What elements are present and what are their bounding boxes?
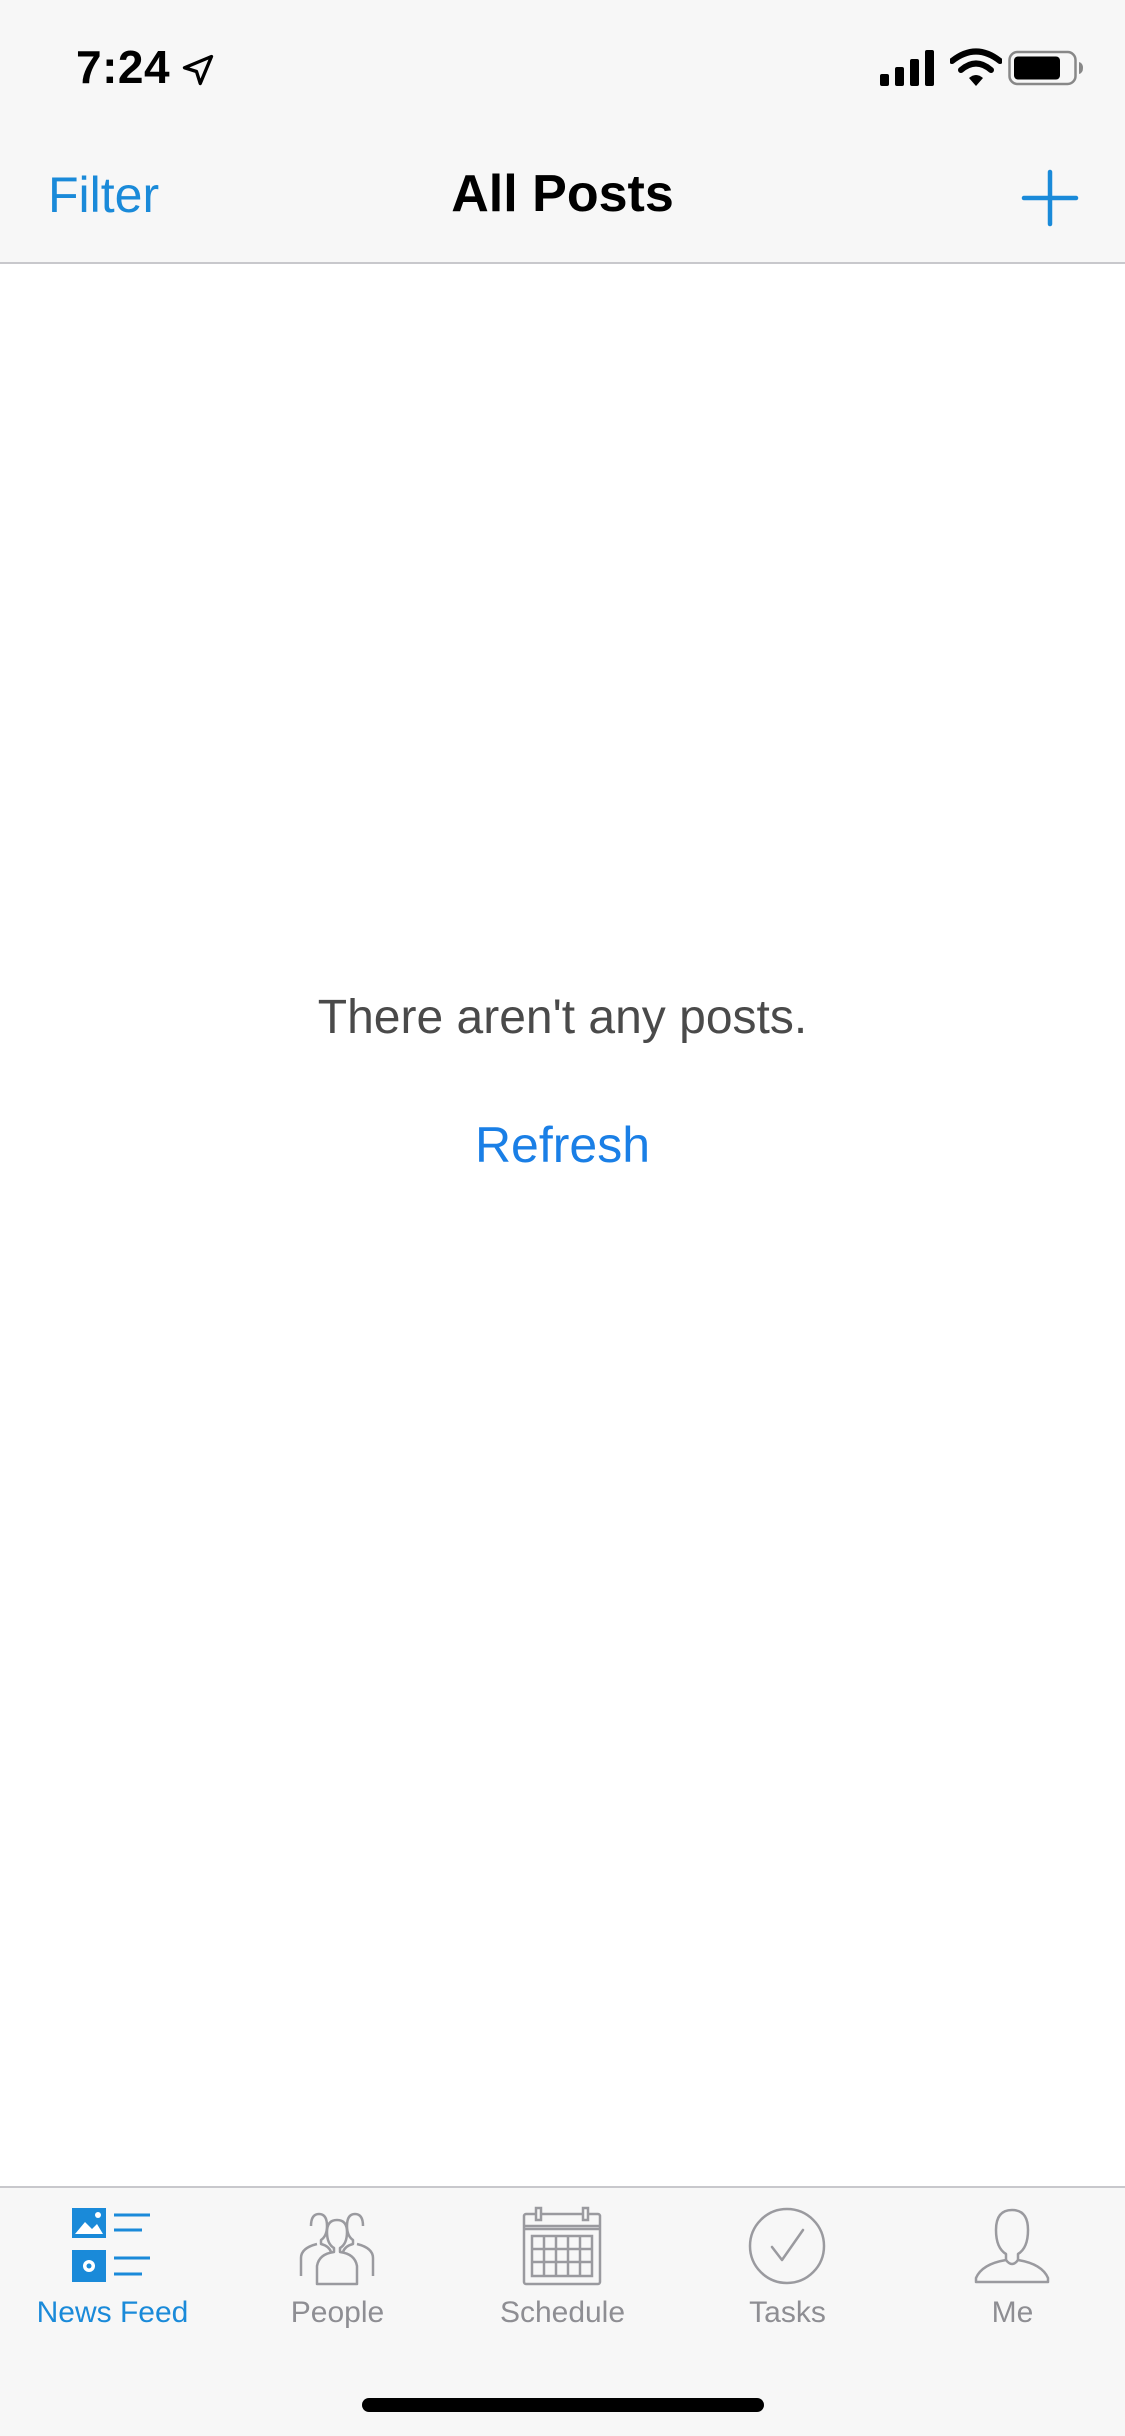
tab-bar: News Feed People Schedule Tasks Me [0, 2186, 1125, 2436]
checkmark-circle-icon [748, 2207, 826, 2285]
tab-tasks[interactable]: Tasks [675, 2188, 900, 2338]
people-icon [299, 2212, 375, 2286]
status-time: 7:24 [76, 41, 171, 93]
person-icon [974, 2208, 1050, 2284]
tab-schedule[interactable]: Schedule [450, 2188, 675, 2338]
refresh-button[interactable]: Refresh [475, 1117, 650, 1173]
refresh-container: Refresh [0, 1116, 1125, 1174]
wifi-icon [950, 48, 1002, 86]
location-arrow-icon [182, 54, 214, 86]
calendar-icon [522, 2206, 602, 2286]
posts-content: There aren't any posts. Refresh [0, 264, 1125, 2186]
filter-button[interactable]: Filter [48, 166, 159, 224]
empty-state-message: There aren't any posts. [317, 991, 808, 1044]
tab-label: Me [991, 2296, 1034, 2329]
navigation-bar: Filter All Posts [0, 132, 1125, 264]
tab-label: Tasks [749, 2296, 826, 2329]
battery-icon [1008, 50, 1083, 86]
page-title: All Posts [451, 165, 674, 223]
screen: 7:24 Filter All Posts There aren't any p… [0, 0, 1125, 2436]
home-indicator[interactable] [362, 2398, 764, 2412]
tab-news-feed[interactable]: News Feed [0, 2188, 225, 2338]
tab-label: News Feed [36, 2296, 189, 2329]
news-feed-icon [72, 2208, 150, 2282]
tab-label: Schedule [499, 2296, 626, 2329]
tab-me[interactable]: Me [900, 2188, 1125, 2338]
add-post-icon[interactable] [1020, 168, 1080, 228]
status-bar: 7:24 [0, 0, 1125, 132]
tab-label: People [290, 2296, 385, 2329]
tab-people[interactable]: People [225, 2188, 450, 2338]
cellular-signal-icon [880, 50, 934, 86]
